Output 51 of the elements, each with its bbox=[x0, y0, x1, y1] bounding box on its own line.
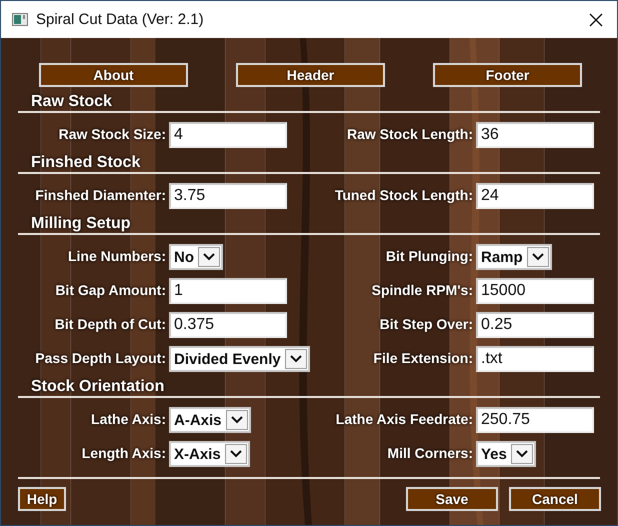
dropdown[interactable]: X-Axis bbox=[169, 441, 250, 467]
field-label: Mill Corners: bbox=[387, 445, 473, 461]
input-field[interactable]: 24 bbox=[476, 183, 594, 209]
dropdown[interactable]: Yes bbox=[476, 441, 536, 467]
input-field[interactable]: 3.75 bbox=[169, 183, 287, 209]
field-label: Length Axis: bbox=[82, 445, 166, 461]
field-label: Spindle RPM's: bbox=[372, 282, 473, 298]
field-label: Bit Gap Amount: bbox=[55, 282, 166, 298]
dialog-button[interactable]: Save bbox=[406, 487, 498, 511]
field-label: Finshed Diamenter: bbox=[35, 187, 166, 203]
section-heading: Raw Stock bbox=[31, 93, 112, 110]
input-field[interactable]: 1 bbox=[169, 278, 287, 304]
caret-icon bbox=[230, 450, 242, 458]
dropdown[interactable]: No bbox=[169, 244, 223, 270]
window-title: Spiral Cut Data (Ver: 2.1) bbox=[36, 11, 204, 28]
input-field[interactable]: 0.375 bbox=[169, 312, 287, 338]
field-label: Lathe Axis Feedrate: bbox=[336, 411, 473, 427]
field-label: Pass Depth Layout: bbox=[35, 350, 166, 366]
dropdown[interactable]: Divided Evenly bbox=[169, 346, 310, 372]
field-label: Bit Step Over: bbox=[380, 316, 473, 332]
field-label: Raw Stock Length: bbox=[346, 126, 473, 142]
caret-icon bbox=[516, 450, 528, 458]
input-field[interactable]: 4 bbox=[169, 122, 287, 148]
close-icon[interactable] bbox=[589, 12, 603, 26]
field-label: Bit Plunging: bbox=[386, 248, 473, 264]
field-label: Bit Depth of Cut: bbox=[54, 316, 166, 332]
tab-button[interactable]: Header bbox=[236, 63, 385, 87]
dropdown[interactable]: Ramp bbox=[476, 244, 552, 270]
field-label: Tuned Stock Length: bbox=[334, 187, 473, 203]
input-field[interactable]: 0.25 bbox=[476, 312, 594, 338]
help-button[interactable]: Help bbox=[18, 487, 66, 511]
app-icon bbox=[12, 13, 28, 26]
caret-icon bbox=[203, 253, 215, 261]
field-label: Lathe Axis: bbox=[91, 411, 166, 427]
tab-button[interactable]: Footer bbox=[433, 63, 582, 87]
section-heading: Finshed Stock bbox=[31, 154, 140, 171]
field-label: Line Numbers: bbox=[68, 248, 166, 264]
caret-icon bbox=[290, 355, 302, 363]
dialog-button[interactable]: Cancel bbox=[509, 487, 601, 511]
input-field[interactable]: 15000 bbox=[476, 278, 594, 304]
dropdown[interactable]: A-Axis bbox=[169, 407, 251, 433]
caret-icon bbox=[532, 253, 544, 261]
field-label: File Extension: bbox=[373, 350, 473, 366]
input-field[interactable]: 250.75 bbox=[476, 407, 594, 433]
section-heading: Stock Orientation bbox=[31, 378, 164, 395]
input-field[interactable]: .txt bbox=[476, 346, 594, 372]
section-heading: Milling Setup bbox=[31, 215, 131, 232]
input-field[interactable]: 36 bbox=[476, 122, 594, 148]
tab-button[interactable]: About bbox=[39, 63, 188, 87]
caret-icon bbox=[230, 416, 243, 424]
field-label: Raw Stock Size: bbox=[58, 126, 166, 142]
